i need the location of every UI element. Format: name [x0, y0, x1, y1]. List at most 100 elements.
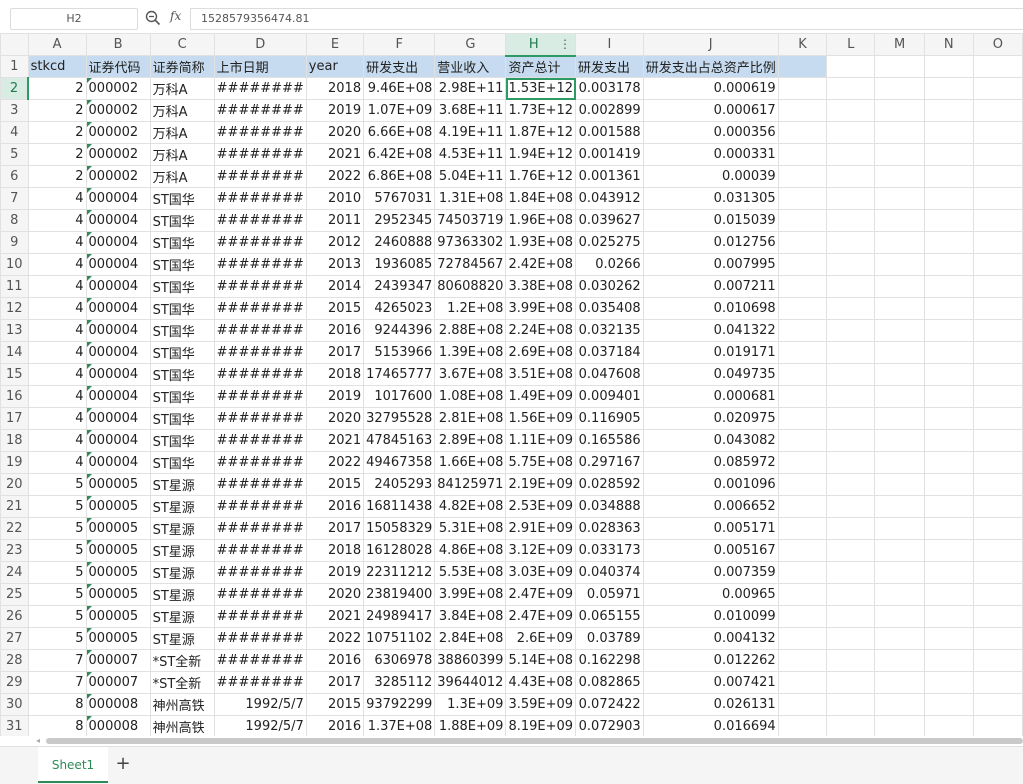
cell[interactable]: ST国华 [149, 407, 215, 430]
column-header-k[interactable]: K [777, 33, 828, 56]
cell[interactable]: 000002 [85, 143, 151, 166]
cell[interactable]: 2012 [305, 231, 365, 254]
select-all-corner[interactable] [0, 33, 29, 56]
cell[interactable] [874, 539, 925, 562]
cell[interactable]: 万科A [149, 121, 215, 144]
row-header[interactable]: 26 [0, 605, 29, 628]
cell[interactable]: 万科A [149, 143, 215, 166]
cell[interactable] [874, 99, 925, 122]
sheet-tab[interactable]: Sheet1 [38, 747, 108, 783]
cell[interactable]: 0.043912 [575, 187, 644, 210]
cell[interactable]: 0.031305 [642, 187, 779, 210]
cell[interactable]: 2.98E+11 [434, 77, 507, 100]
row-header[interactable]: 19 [0, 451, 29, 474]
cell[interactable]: 39644012 [434, 671, 507, 694]
cell[interactable]: 000005 [85, 605, 151, 628]
cell[interactable] [923, 341, 974, 364]
cell[interactable]: 0.047608 [575, 363, 644, 386]
cell[interactable]: 0.005171 [642, 517, 779, 540]
column-header-l[interactable]: L [826, 33, 876, 56]
cell[interactable]: 4 [27, 319, 87, 342]
cell[interactable]: ######## [213, 583, 307, 606]
cell[interactable]: 万科A [149, 77, 215, 100]
cell[interactable] [923, 77, 974, 100]
cell[interactable]: ######## [213, 539, 307, 562]
cell[interactable]: 3.67E+08 [434, 363, 507, 386]
cell[interactable]: 97363302 [434, 231, 507, 254]
cell[interactable]: 1.08E+08 [434, 385, 507, 408]
cell[interactable]: 4 [27, 187, 87, 210]
cell[interactable]: 84125971 [434, 473, 507, 496]
cell[interactable] [923, 275, 974, 298]
cell[interactable] [826, 341, 876, 364]
cell[interactable]: 2 [27, 99, 87, 122]
column-menu-icon[interactable]: ⋮ [559, 37, 571, 51]
cell[interactable] [923, 165, 974, 188]
cell[interactable]: ######## [213, 627, 307, 650]
cell[interactable] [923, 649, 974, 672]
cell[interactable]: 000004 [85, 275, 151, 298]
cell[interactable]: 2022 [305, 627, 365, 650]
column-header-j[interactable]: J [642, 33, 779, 56]
cell[interactable]: 000008 [85, 715, 151, 736]
cell[interactable] [826, 473, 876, 496]
cell[interactable] [826, 297, 876, 320]
cell[interactable]: 1.11E+09 [505, 429, 577, 452]
cell[interactable]: 3.38E+08 [505, 275, 577, 298]
header-cell[interactable] [777, 55, 828, 78]
cell[interactable]: 2020 [305, 407, 365, 430]
cell[interactable]: 000005 [85, 473, 151, 496]
cell[interactable]: 1.88E+09 [434, 715, 507, 736]
cell[interactable] [874, 165, 925, 188]
cell[interactable]: 5 [27, 495, 87, 518]
cell[interactable]: 4 [27, 407, 87, 430]
cell[interactable] [826, 253, 876, 276]
cell[interactable] [826, 99, 876, 122]
cell[interactable]: ST国华 [149, 209, 215, 232]
cell[interactable]: 5 [27, 561, 87, 584]
cell[interactable] [777, 319, 828, 342]
cell[interactable]: ######## [213, 341, 307, 364]
cell[interactable] [826, 319, 876, 342]
cell[interactable] [923, 187, 974, 210]
cell[interactable]: 4 [27, 363, 87, 386]
cell[interactable] [923, 605, 974, 628]
header-cell[interactable]: stkcd [27, 55, 87, 78]
cell[interactable] [777, 451, 828, 474]
cell[interactable] [874, 671, 925, 694]
row-header[interactable]: 24 [0, 561, 29, 584]
cell[interactable]: 2.88E+08 [434, 319, 507, 342]
cell[interactable] [874, 715, 925, 736]
cell[interactable]: 4.43E+08 [505, 671, 577, 694]
cell[interactable] [826, 583, 876, 606]
cell[interactable]: 0.034888 [575, 495, 644, 518]
cell[interactable]: 2.91E+09 [505, 517, 577, 540]
cell[interactable] [777, 165, 828, 188]
cell[interactable] [923, 319, 974, 342]
cell[interactable]: 0.001361 [575, 165, 644, 188]
name-box[interactable]: H2 [10, 8, 138, 30]
cell[interactable]: 神州高铁 [149, 693, 215, 716]
cell[interactable]: 0.049735 [642, 363, 779, 386]
column-header-n[interactable]: N [923, 33, 974, 56]
cell[interactable]: 1017600 [363, 385, 436, 408]
cell[interactable] [923, 363, 974, 386]
cell[interactable]: ST星源 [149, 495, 215, 518]
cell[interactable]: 16128028 [363, 539, 436, 562]
cell[interactable]: 15058329 [363, 517, 436, 540]
cell[interactable]: 1.31E+08 [434, 187, 507, 210]
cell[interactable] [777, 275, 828, 298]
cell[interactable]: 1.2E+08 [434, 297, 507, 320]
cell[interactable]: 0.072903 [575, 715, 644, 736]
cell[interactable] [923, 209, 974, 232]
cell[interactable]: 2020 [305, 121, 365, 144]
cell[interactable]: ST星源 [149, 605, 215, 628]
cell[interactable]: 1.94E+12 [505, 143, 577, 166]
cell[interactable]: 2019 [305, 385, 365, 408]
cell[interactable] [972, 385, 1023, 408]
cell[interactable]: 2.19E+09 [505, 473, 577, 496]
cell[interactable]: 000004 [85, 385, 151, 408]
cell[interactable] [777, 99, 828, 122]
header-cell[interactable]: 研发支出占总资产比例 [642, 55, 779, 78]
cell[interactable]: 1.87E+12 [505, 121, 577, 144]
